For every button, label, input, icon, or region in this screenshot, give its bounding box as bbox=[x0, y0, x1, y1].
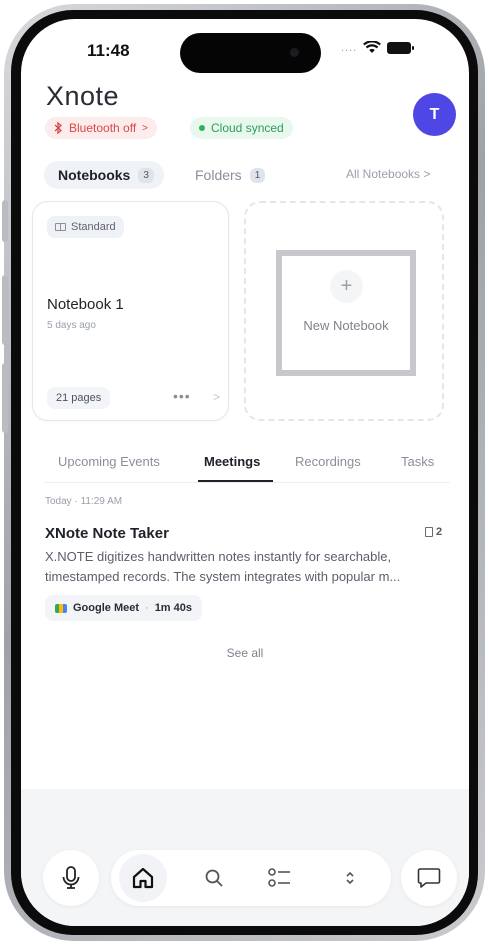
chevron-right-icon: > bbox=[142, 122, 149, 134]
tab-notebooks[interactable]: Notebooks 3 bbox=[44, 161, 164, 189]
status-dot-icon bbox=[199, 125, 205, 131]
segment-tabs: Upcoming Events Meetings Recordings Task… bbox=[44, 443, 450, 483]
tab-meetings[interactable]: Meetings bbox=[204, 454, 260, 469]
chat-icon bbox=[417, 867, 441, 889]
separator: · bbox=[145, 602, 149, 614]
action-button bbox=[2, 200, 8, 242]
new-notebook-label: New Notebook bbox=[303, 318, 389, 333]
tab-notebooks-label: Notebooks bbox=[58, 167, 131, 183]
status-icons: .... bbox=[341, 41, 415, 54]
record-button[interactable] bbox=[43, 850, 99, 906]
meeting-description: X.NOTE digitizes handwritten notes insta… bbox=[45, 547, 463, 587]
document-count-value: 2 bbox=[436, 526, 443, 538]
document-count: 2 bbox=[425, 526, 442, 538]
tab-upcoming-events[interactable]: Upcoming Events bbox=[58, 454, 160, 469]
chat-button[interactable] bbox=[401, 850, 457, 906]
nav-search[interactable] bbox=[186, 850, 242, 906]
active-tab-indicator bbox=[198, 480, 273, 482]
new-notebook-button[interactable]: + New Notebook bbox=[276, 250, 416, 376]
dynamic-island bbox=[180, 33, 321, 73]
status-time: 11:48 bbox=[87, 41, 130, 60]
checklist-icon bbox=[268, 868, 292, 888]
mic-icon bbox=[62, 866, 80, 890]
meeting-duration: 1m 40s bbox=[154, 602, 192, 614]
volume-down-button bbox=[2, 363, 8, 433]
nav-tasks[interactable] bbox=[252, 850, 308, 906]
signal-icon: .... bbox=[341, 41, 358, 54]
expand-icon bbox=[344, 870, 356, 886]
document-icon bbox=[425, 527, 433, 537]
new-notebook-card[interactable]: + New Notebook bbox=[244, 201, 444, 421]
meeting-platform-chip: Google Meet · 1m 40s bbox=[45, 595, 202, 621]
folders-count-badge: 1 bbox=[249, 167, 266, 183]
plus-icon: + bbox=[330, 270, 363, 303]
search-icon bbox=[204, 868, 224, 888]
notebook-title: Notebook 1 bbox=[47, 296, 124, 313]
bluetooth-status-pill[interactable]: Bluetooth off > bbox=[45, 117, 158, 139]
pages-badge: 21 pages bbox=[47, 387, 111, 409]
notebooks-count-badge: 3 bbox=[138, 167, 154, 183]
chevron-right-icon: > bbox=[213, 390, 221, 404]
notebook-type-badge: Standard bbox=[47, 216, 124, 238]
bluetooth-label: Bluetooth off bbox=[69, 121, 137, 135]
notebook-date: 5 days ago bbox=[47, 320, 96, 331]
nav-home[interactable] bbox=[115, 850, 171, 906]
meeting-description-line: timestamped records. The system integrat… bbox=[45, 569, 401, 584]
avatar[interactable]: T bbox=[413, 93, 456, 136]
home-icon bbox=[132, 867, 154, 889]
volume-up-button bbox=[2, 275, 8, 345]
nav-expand[interactable] bbox=[322, 850, 378, 906]
meeting-description-line: X.NOTE digitizes handwritten notes insta… bbox=[45, 549, 392, 564]
see-all-link[interactable]: See all bbox=[21, 646, 469, 660]
tab-folders[interactable]: Folders 1 bbox=[181, 161, 275, 189]
book-icon bbox=[55, 223, 66, 231]
app-screen: 11:48 .... Xnote T Bluetooth off > Cloud… bbox=[21, 19, 469, 926]
tab-tasks[interactable]: Tasks bbox=[401, 454, 434, 469]
notebook-type-label: Standard bbox=[71, 221, 116, 233]
tab-folders-label: Folders bbox=[195, 167, 242, 183]
app-logo: Xnote bbox=[46, 81, 120, 111]
google-meet-icon bbox=[55, 603, 67, 613]
all-notebooks-link[interactable]: All Notebooks > bbox=[346, 167, 430, 181]
bluetooth-icon bbox=[54, 122, 63, 134]
meeting-title: XNote Note Taker bbox=[45, 525, 169, 542]
notebook-card[interactable]: Standard Notebook 1 5 days ago 21 pages … bbox=[32, 201, 229, 421]
camera-dot bbox=[290, 48, 299, 57]
tab-recordings[interactable]: Recordings bbox=[295, 454, 361, 469]
meeting-platform: Google Meet bbox=[73, 602, 140, 614]
more-options-icon[interactable]: ••• bbox=[173, 388, 191, 404]
bottom-nav-bar bbox=[111, 850, 391, 906]
battery-icon bbox=[387, 41, 415, 54]
cloud-label: Cloud synced bbox=[211, 121, 284, 135]
wifi-icon bbox=[363, 41, 382, 54]
cloud-status-pill: Cloud synced bbox=[190, 117, 293, 139]
meeting-time: Today · 11:29 AM bbox=[45, 496, 123, 507]
